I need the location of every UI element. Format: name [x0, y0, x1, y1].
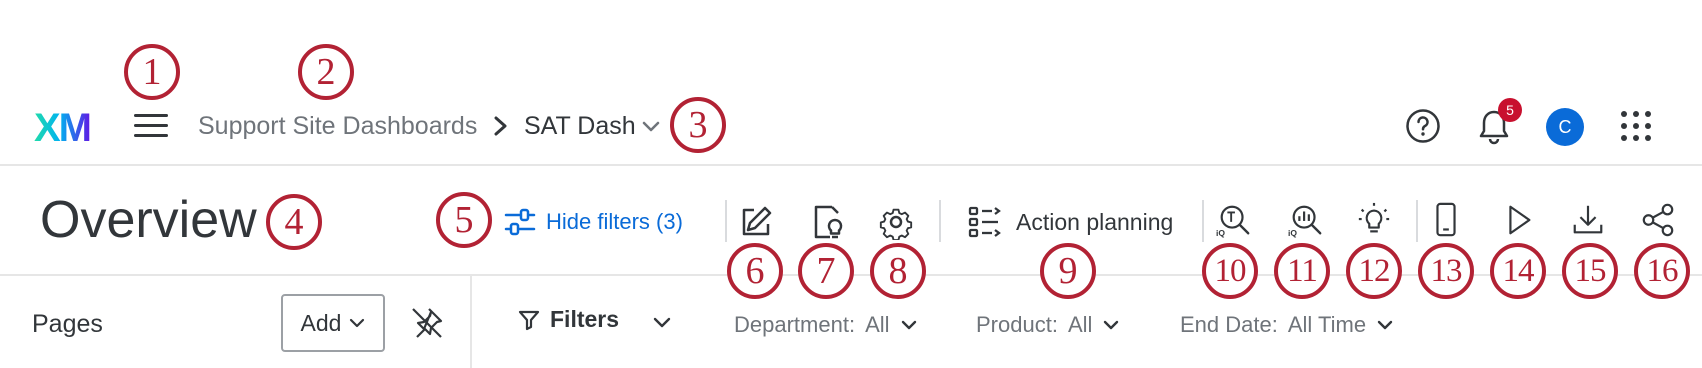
filter-chip-value: All	[1067, 312, 1093, 337]
app-grid-icon[interactable]	[1620, 110, 1652, 142]
filter-chip-end-date[interactable]: End Date: All Time	[1180, 312, 1394, 338]
callout-marker: 16	[1634, 243, 1690, 299]
chevron-down-icon	[1104, 320, 1119, 330]
download-icon[interactable]	[1570, 202, 1606, 238]
hide-filters-button[interactable]: Hide filters (3)	[504, 204, 683, 240]
filter-chip-name: End Date:	[1180, 312, 1278, 337]
breadcrumb-parent-link[interactable]: Support Site Dashboards	[198, 112, 477, 141]
unpin-icon[interactable]	[410, 306, 444, 340]
breadcrumb-current-dashboard[interactable]: SAT Dash	[524, 112, 636, 141]
toolbar-divider	[1416, 200, 1418, 242]
filter-chip-product[interactable]: Product: All	[976, 312, 1120, 338]
pages-panel-divider	[470, 276, 472, 368]
add-page-button[interactable]: Add	[281, 294, 385, 352]
chevron-down-icon	[1377, 320, 1393, 330]
callout-marker: 6	[727, 243, 783, 299]
callout-marker: 1	[124, 44, 180, 100]
hide-filters-label: Hide filters (3)	[546, 209, 683, 234]
callout-marker: 10	[1202, 243, 1258, 299]
filter-chip-department[interactable]: Department: All	[734, 312, 918, 338]
user-avatar[interactable]: C	[1546, 108, 1584, 146]
callout-marker: 13	[1418, 243, 1474, 299]
top-navigation-bar: XM Support Site Dashboards SAT Dash 5 C	[0, 0, 1702, 166]
chevron-down-icon[interactable]	[652, 313, 672, 333]
action-planning-button[interactable]: Action planning	[968, 204, 1173, 240]
filter-chip-value: All Time	[1287, 312, 1367, 337]
pages-label: Pages	[32, 310, 103, 338]
notification-count-badge: 5	[1498, 98, 1522, 122]
chevron-down-icon[interactable]	[640, 116, 662, 138]
callout-marker: 12	[1346, 243, 1402, 299]
filter-sliders-icon	[504, 208, 536, 236]
callout-marker: 11	[1274, 243, 1330, 299]
callout-marker: 4	[266, 194, 322, 250]
chevron-down-icon	[350, 318, 365, 328]
callout-marker: 7	[798, 243, 854, 299]
toolbar-divider	[939, 200, 941, 242]
lightbulb-insights-icon[interactable]	[1356, 202, 1392, 238]
svg-text:iQ: iQ	[1216, 228, 1225, 238]
toolbar-divider	[725, 200, 727, 242]
page-insights-icon[interactable]	[810, 204, 846, 240]
svg-text:iQ: iQ	[1288, 228, 1297, 238]
callout-marker: 5	[436, 192, 492, 248]
filter-chip-name: Product:	[976, 312, 1058, 337]
share-icon[interactable]	[1640, 202, 1676, 238]
funnel-icon	[518, 310, 540, 330]
action-planning-label: Action planning	[1016, 208, 1174, 235]
play-presentation-icon[interactable]	[1500, 202, 1536, 238]
mobile-view-icon[interactable]	[1428, 202, 1464, 238]
action-planning-icon	[968, 206, 1001, 238]
toolbar-divider	[1202, 200, 1204, 242]
callout-marker: 2	[298, 44, 354, 100]
stats-iq-search-icon[interactable]: iQ	[1288, 202, 1324, 238]
filters-label: Filters	[550, 306, 620, 332]
add-page-label: Add	[300, 309, 342, 336]
filter-chip-name: Department:	[734, 312, 856, 337]
callout-marker: 9	[1040, 243, 1096, 299]
callout-marker: 14	[1490, 243, 1546, 299]
menu-icon[interactable]	[134, 114, 168, 138]
chevron-right-icon	[494, 116, 507, 136]
callout-marker: 8	[870, 243, 926, 299]
chevron-down-icon	[901, 320, 916, 330]
edit-pencil-icon[interactable]	[738, 204, 774, 240]
help-icon[interactable]	[1405, 108, 1441, 144]
filters-button[interactable]: Filters	[518, 306, 619, 333]
xm-logo[interactable]: XM	[34, 106, 92, 151]
callout-marker: 15	[1562, 243, 1618, 299]
page-title: Overview	[40, 191, 257, 249]
text-iq-search-icon[interactable]: iQ	[1216, 202, 1252, 238]
callout-marker: 3	[670, 97, 726, 153]
settings-gear-icon[interactable]	[878, 204, 914, 240]
filter-chip-value: All	[865, 312, 890, 337]
